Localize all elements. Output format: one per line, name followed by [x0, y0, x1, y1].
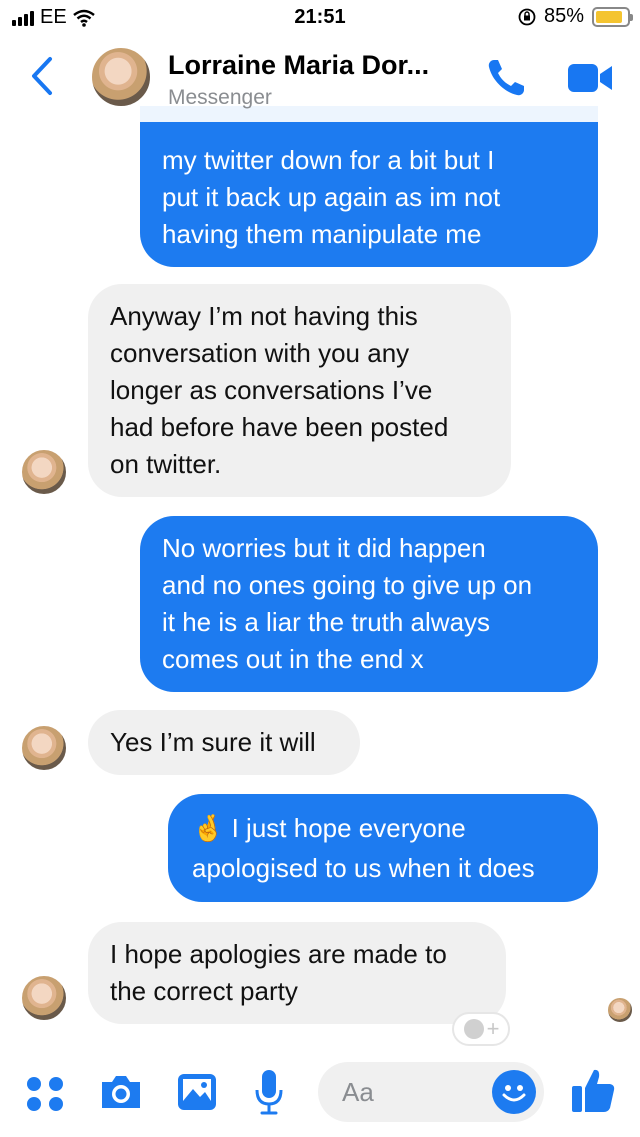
menu-dots-icon[interactable] [24, 1074, 66, 1114]
contact-avatar-small[interactable] [20, 448, 68, 496]
message-outgoing[interactable]: my twitter down for a bit but I put it b… [140, 106, 598, 267]
message-incoming[interactable]: Anyway I’m not having this conversation … [88, 284, 511, 497]
message-incoming[interactable]: Yes I’m sure it will [88, 710, 360, 775]
camera-icon[interactable] [98, 1072, 144, 1112]
video-camera-icon[interactable] [566, 62, 614, 94]
contact-subtitle: Messenger [168, 86, 272, 109]
chat-header: Lorraine Maria Dor... Messenger [0, 36, 640, 122]
thumbs-up-icon[interactable] [570, 1066, 616, 1114]
microphone-icon[interactable] [254, 1068, 284, 1116]
smiley-icon [463, 1019, 484, 1039]
chevron-left-icon [32, 57, 52, 95]
contact-name[interactable]: Lorraine Maria Dor... [168, 50, 429, 81]
back-button[interactable] [30, 56, 54, 102]
contact-avatar-small[interactable] [20, 974, 68, 1022]
rotation-lock-icon [518, 8, 536, 25]
battery-icon [592, 6, 633, 27]
emoji-icon [502, 1085, 526, 1102]
status-right: 85% [518, 5, 633, 28]
add-reaction-button[interactable]: + [452, 1012, 510, 1046]
read-receipt-avatar [606, 996, 634, 1024]
message-outgoing[interactable]: 🤞 I just hope everyone apologised to us … [168, 794, 598, 902]
battery-percent: 85% [543, 5, 584, 27]
phone-icon[interactable] [484, 56, 528, 100]
gallery-icon[interactable] [176, 1072, 218, 1112]
contact-avatar-small[interactable] [20, 724, 68, 772]
message-incoming[interactable]: I hope apologies are made to the correct… [88, 922, 506, 1024]
composer-bar [0, 1056, 640, 1137]
emoji-button[interactable] [492, 1070, 536, 1114]
contact-avatar[interactable] [90, 46, 152, 108]
message-outgoing[interactable]: No worries but it did happen and no ones… [140, 516, 598, 692]
add-reaction-label: + [486, 1016, 500, 1041]
status-bar: EE 21:51 85% [0, 0, 640, 36]
